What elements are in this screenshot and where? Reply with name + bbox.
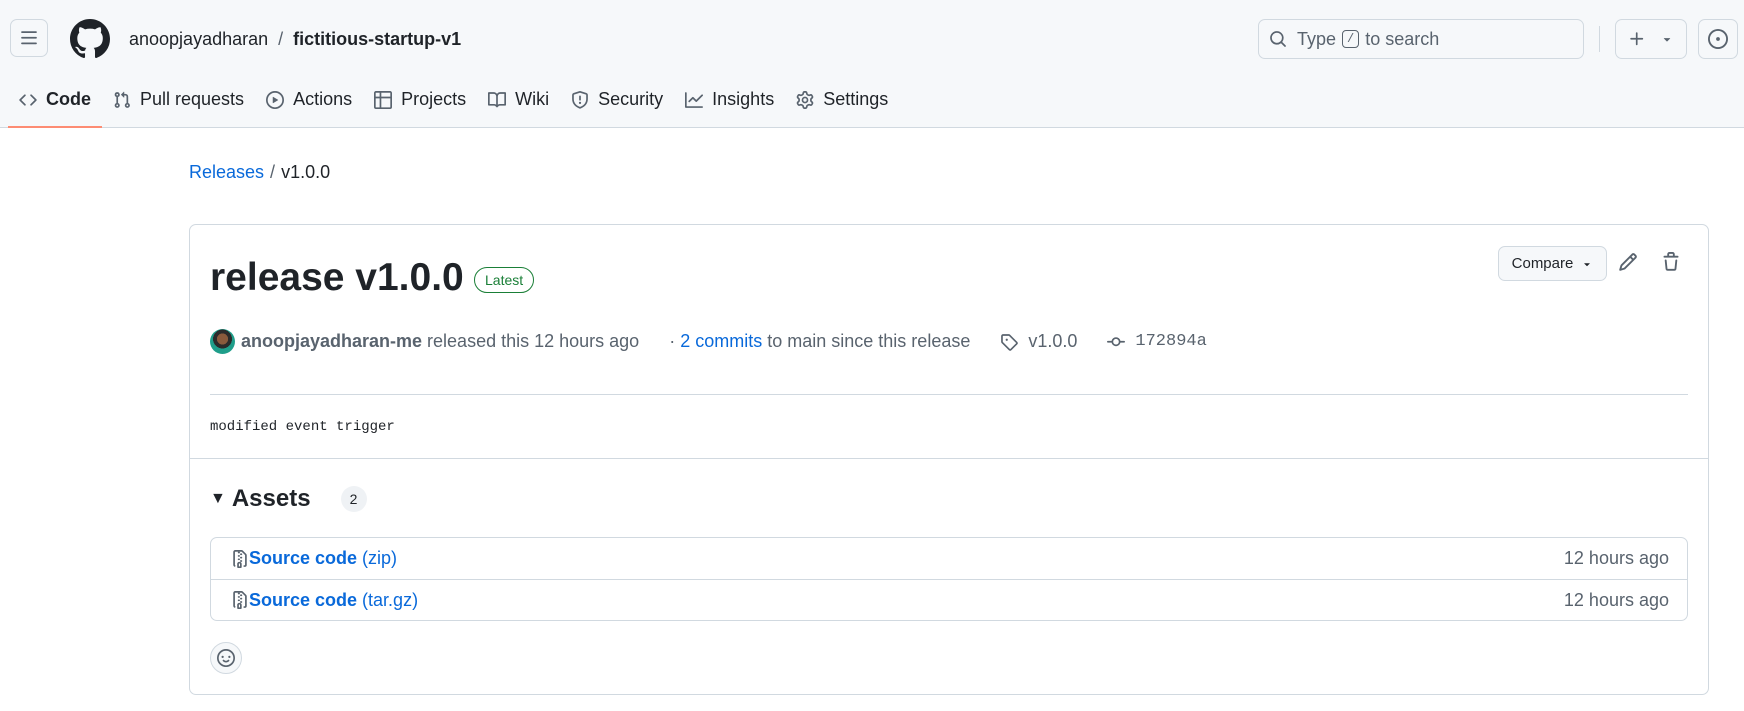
repo-link[interactable]: fictitious-startup-v1 xyxy=(293,28,461,50)
search-suffix: to search xyxy=(1365,28,1440,49)
commits-suffix: to main since this release xyxy=(767,331,971,351)
menu-icon xyxy=(20,29,38,47)
divider xyxy=(210,394,1688,395)
search-input[interactable]: Type / to search xyxy=(1258,19,1584,59)
release-card: release v1.0.0 Latest Compare anoopjayad… xyxy=(189,224,1709,695)
file-zip-icon xyxy=(231,549,249,568)
add-reaction-button[interactable] xyxy=(210,642,242,674)
commits-bullet: · xyxy=(669,331,676,351)
file-zip-icon xyxy=(231,591,249,609)
breadcrumb: Releases / v1.0.0 xyxy=(189,162,330,183)
owner-link[interactable]: anoopjayadharan xyxy=(129,28,268,50)
search-icon xyxy=(1269,30,1287,48)
asset-extension: (zip) xyxy=(362,548,398,568)
create-new-button[interactable] xyxy=(1615,19,1687,59)
edit-release-button[interactable] xyxy=(1618,252,1640,274)
breadcrumb-separator: / xyxy=(270,162,276,182)
commit-link[interactable]: 172894a xyxy=(1107,332,1207,351)
assets-list: Source code (zip) 12 hours ago Source co… xyxy=(210,537,1688,621)
tab-projects[interactable]: Projects xyxy=(363,78,477,121)
pencil-icon xyxy=(1618,252,1640,272)
asset-name: Source code xyxy=(249,548,358,568)
tab-code[interactable]: Code xyxy=(8,78,102,128)
tab-label: Wiki xyxy=(515,89,550,109)
code-icon xyxy=(19,91,37,109)
tab-label: Projects xyxy=(401,89,467,109)
tab-insights[interactable]: Insights xyxy=(674,78,785,121)
breadcrumb-releases-link[interactable]: Releases xyxy=(189,162,264,182)
released-text: released this 12 hours ago xyxy=(427,331,640,351)
play-icon xyxy=(266,90,285,109)
release-title: release v1.0.0 xyxy=(210,256,464,299)
triangle-down-icon: ▼ xyxy=(210,490,226,507)
compare-label: Compare xyxy=(1511,255,1574,272)
tab-label: Settings xyxy=(823,89,889,109)
asset-name: Source code xyxy=(249,589,358,610)
list-item: Source code (tar.gz) 12 hours ago xyxy=(211,579,1687,620)
tab-label: Actions xyxy=(293,89,353,109)
book-icon xyxy=(488,91,507,109)
gear-icon xyxy=(796,90,814,109)
tab-label: Insights xyxy=(712,89,775,109)
latest-badge: Latest xyxy=(474,267,535,293)
tab-security[interactable]: Security xyxy=(560,78,674,121)
asset-link-targz[interactable]: Source code (tar.gz) xyxy=(231,590,418,611)
app-header: anoopjayadharan / fictitious-startup-v1 … xyxy=(0,0,1744,128)
commits-link[interactable]: 2 commits xyxy=(680,331,762,351)
compare-button[interactable]: Compare xyxy=(1498,246,1607,281)
avatar[interactable] xyxy=(210,329,235,354)
assets-title: Assets xyxy=(231,485,311,512)
divider xyxy=(190,458,1708,459)
tab-pull-requests[interactable]: Pull requests xyxy=(102,78,255,121)
tab-label: Security xyxy=(598,89,664,109)
path-separator: / xyxy=(278,29,284,49)
breadcrumb-current: v1.0.0 xyxy=(281,162,331,182)
git-commit-icon xyxy=(1107,333,1126,351)
tab-label: Code xyxy=(46,89,91,109)
tab-label: Pull requests xyxy=(140,89,245,109)
header-divider xyxy=(1599,26,1600,52)
asset-timestamp: 12 hours ago xyxy=(1563,548,1669,568)
commits-info: · 2 commits to main since this release xyxy=(669,331,970,352)
release-notes: modified event trigger xyxy=(210,419,395,435)
asset-timestamp: 12 hours ago xyxy=(1563,589,1669,610)
tab-actions[interactable]: Actions xyxy=(255,78,363,121)
list-item: Source code (zip) 12 hours ago xyxy=(211,538,1687,579)
plus-icon xyxy=(1628,30,1646,48)
github-logo-icon[interactable] xyxy=(70,19,110,59)
triangle-down-icon xyxy=(1660,32,1674,46)
assets-toggle[interactable]: ▼ Assets 2 xyxy=(210,485,367,513)
search-prefix: Type xyxy=(1297,28,1337,49)
tab-wiki[interactable]: Wiki xyxy=(477,78,560,121)
delete-release-button[interactable] xyxy=(1661,252,1683,274)
repo-nav: Code Pull requests Actions Projects Wiki xyxy=(8,78,899,128)
asset-link-zip[interactable]: Source code (zip) xyxy=(231,548,397,569)
graph-icon xyxy=(685,91,704,109)
asset-extension: (tar.gz) xyxy=(362,589,419,610)
search-shortcut-key: / xyxy=(1342,30,1360,48)
repo-path: anoopjayadharan / fictitious-startup-v1 xyxy=(129,28,461,50)
trash-icon xyxy=(1661,252,1683,272)
git-pull-request-icon xyxy=(113,91,131,109)
issues-button[interactable] xyxy=(1698,19,1738,59)
shield-icon xyxy=(571,90,589,109)
tag-icon xyxy=(1000,333,1019,351)
assets-count-badge: 2 xyxy=(340,486,367,512)
commit-sha: 172894a xyxy=(1135,332,1207,351)
table-icon xyxy=(374,90,393,109)
tag-label: v1.0.0 xyxy=(1028,331,1078,351)
smiley-icon xyxy=(217,649,235,667)
issue-opened-icon xyxy=(1708,29,1728,49)
tag-link[interactable]: v1.0.0 xyxy=(1000,331,1077,352)
menu-button[interactable] xyxy=(10,19,48,57)
tab-settings[interactable]: Settings xyxy=(785,78,899,121)
release-meta: anoopjayadharan-me released this 12 hour… xyxy=(210,329,1207,354)
author-link[interactable]: anoopjayadharan-me xyxy=(241,331,422,352)
triangle-down-icon xyxy=(1581,258,1593,270)
